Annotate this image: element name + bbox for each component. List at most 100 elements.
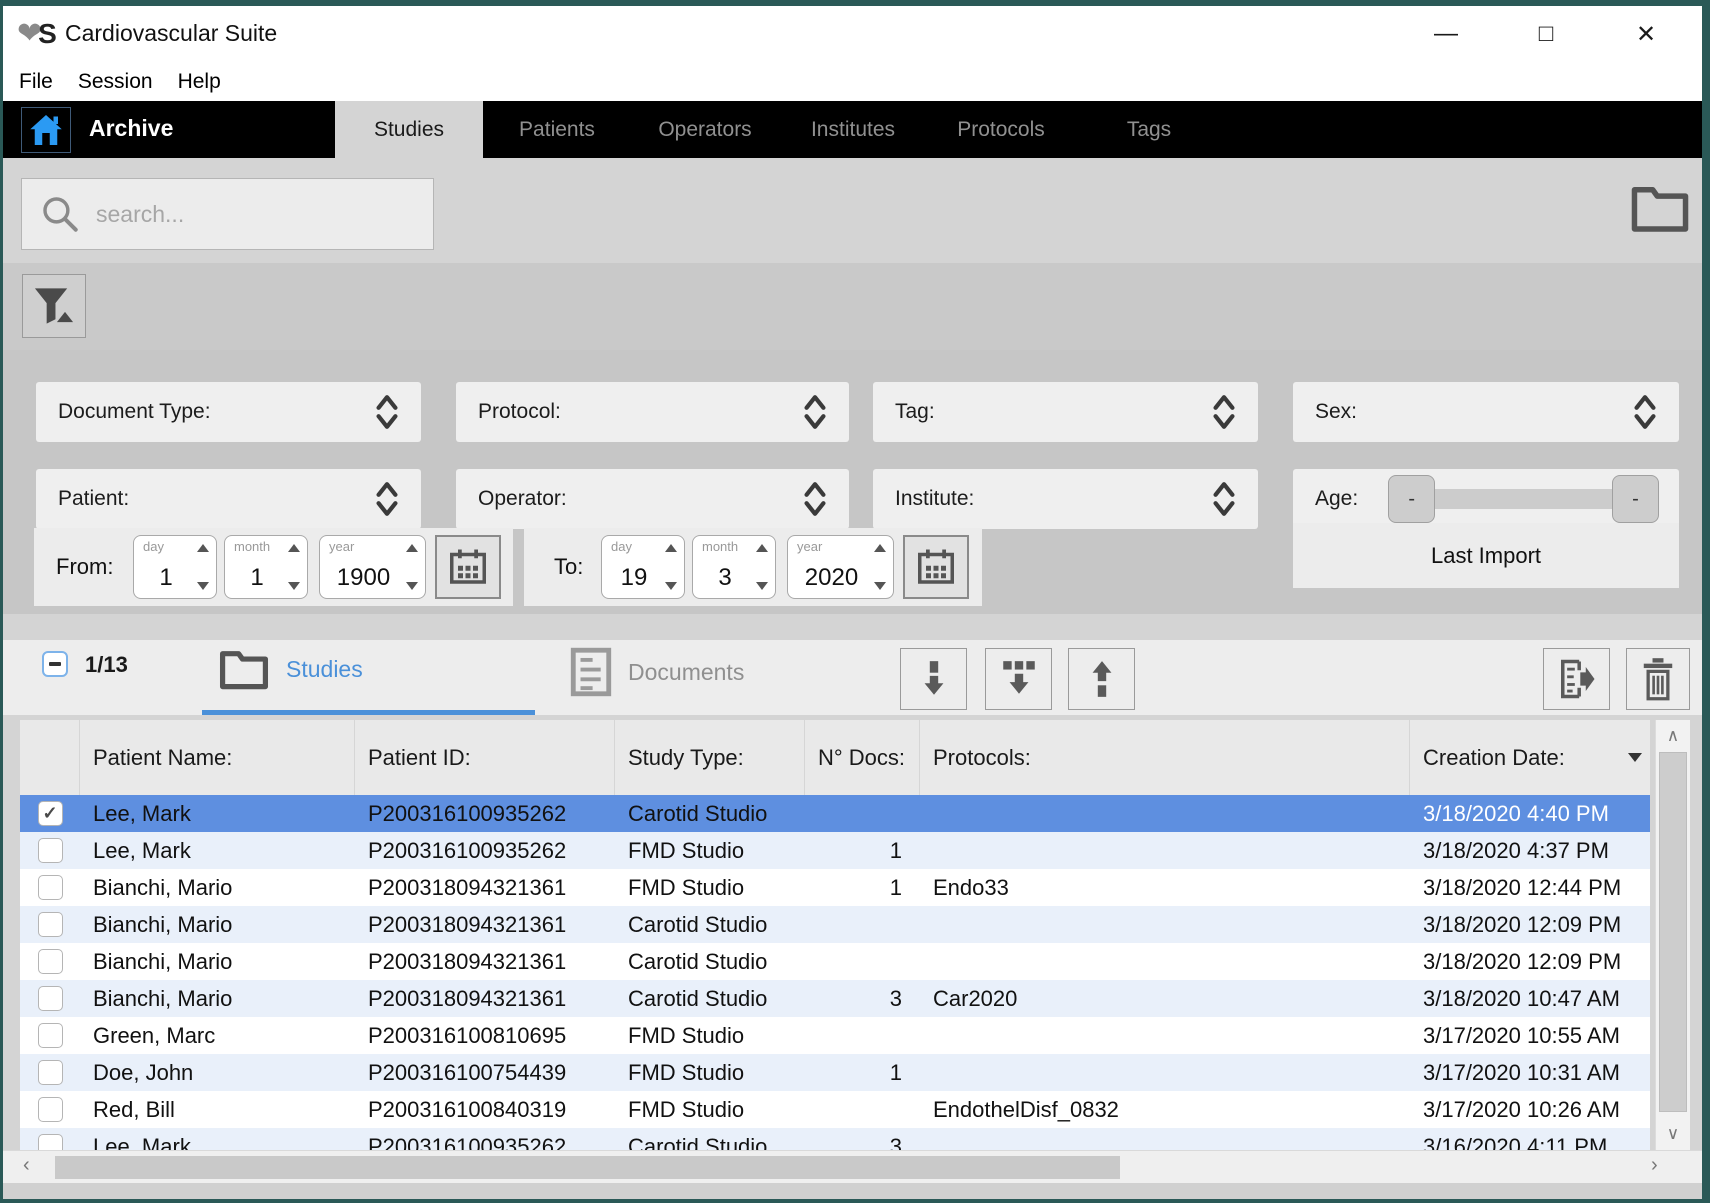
header-study-type[interactable]: Study Type:: [615, 720, 805, 795]
tab-institutes[interactable]: Institutes: [779, 101, 927, 158]
table-row[interactable]: Bianchi, Mario P200318094321361 Carotid …: [20, 980, 1650, 1017]
row-checkbox[interactable]: ✓: [38, 801, 63, 826]
menu-session[interactable]: Session: [78, 70, 153, 94]
search-box[interactable]: [21, 178, 434, 250]
tab-tags[interactable]: Tags: [1075, 101, 1223, 158]
spin-up-icon[interactable]: [665, 544, 677, 552]
cell-creation-date: 3/16/2020 4:11 PM: [1410, 1134, 1650, 1151]
spin-down-icon[interactable]: [756, 582, 768, 590]
minimize-button[interactable]: —: [1425, 14, 1467, 54]
table-row[interactable]: Bianchi, Mario P200318094321361 FMD Stud…: [20, 869, 1650, 906]
header-n-docs[interactable]: N° Docs:: [805, 720, 920, 795]
patient-dropdown[interactable]: Patient:: [36, 469, 421, 529]
table-row[interactable]: Lee, Mark P200316100935262 Carotid Studi…: [20, 1128, 1650, 1150]
cell-n-docs: 3: [805, 1134, 920, 1151]
open-folder-button[interactable]: [1627, 180, 1693, 236]
row-checkbox[interactable]: [38, 1134, 63, 1150]
tab-protocols[interactable]: Protocols: [927, 101, 1075, 158]
header-patient-id[interactable]: Patient ID:: [355, 720, 615, 795]
search-input[interactable]: [96, 201, 416, 228]
select-all-checkbox[interactable]: [42, 651, 68, 677]
from-day-spinner[interactable]: day 1: [133, 535, 217, 599]
vertical-scrollbar-thumb[interactable]: [1659, 752, 1687, 1112]
tag-dropdown[interactable]: Tag:: [873, 382, 1258, 442]
protocol-dropdown[interactable]: Protocol:: [456, 382, 849, 442]
download-all-button[interactable]: [985, 648, 1052, 710]
scroll-up-icon[interactable]: ∧: [1656, 726, 1690, 746]
row-checkbox[interactable]: [38, 875, 63, 900]
tab-studies[interactable]: Studies: [335, 101, 483, 158]
row-checkbox[interactable]: [38, 912, 63, 937]
table-row[interactable]: Red, Bill P200316100840319 FMD Studio En…: [20, 1091, 1650, 1128]
download-multi-icon: [999, 658, 1039, 700]
filter-button[interactable]: [22, 274, 86, 338]
table-row[interactable]: Lee, Mark P200316100935262 FMD Studio 1 …: [20, 832, 1650, 869]
horizontal-scrollbar[interactable]: ‹ ›: [3, 1150, 1702, 1183]
indeterminate-mark: [49, 662, 61, 666]
document-type-dropdown[interactable]: Document Type:: [36, 382, 421, 442]
table-row[interactable]: Bianchi, Mario P200318094321361 Carotid …: [20, 906, 1650, 943]
tab-patients[interactable]: Patients: [483, 101, 631, 158]
download-selected-button[interactable]: [900, 648, 967, 710]
spin-up-icon[interactable]: [756, 544, 768, 552]
from-month-spinner[interactable]: month 1: [224, 535, 308, 599]
scroll-right-icon[interactable]: ›: [1651, 1154, 1658, 1177]
age-max-handle[interactable]: -: [1612, 475, 1659, 523]
delete-button[interactable]: [1626, 648, 1690, 710]
cell-n-docs: 1: [805, 838, 920, 864]
documents-view-tab[interactable]: Documents: [570, 647, 744, 697]
spin-up-icon[interactable]: [288, 544, 300, 552]
spin-down-icon[interactable]: [406, 582, 418, 590]
to-day-spinner[interactable]: day 19: [601, 535, 685, 599]
home-button[interactable]: [21, 107, 71, 153]
menu-help[interactable]: Help: [178, 70, 221, 94]
menu-file[interactable]: File: [19, 70, 53, 94]
maximize-button[interactable]: □: [1525, 14, 1567, 54]
operator-dropdown[interactable]: Operator:: [456, 469, 849, 529]
row-checkbox[interactable]: [38, 1060, 63, 1085]
window-title: Cardiovascular Suite: [65, 20, 277, 47]
horizontal-scrollbar-thumb[interactable]: [55, 1156, 1120, 1179]
scroll-left-icon[interactable]: ‹: [23, 1154, 30, 1177]
table-row[interactable]: Green, Marc P200316100810695 FMD Studio …: [20, 1017, 1650, 1054]
table-row[interactable]: Doe, John P200316100754439 FMD Studio 1 …: [20, 1054, 1650, 1091]
upload-button[interactable]: [1068, 648, 1135, 710]
spin-down-icon[interactable]: [665, 582, 677, 590]
row-checkbox[interactable]: [38, 986, 63, 1011]
to-calendar-button[interactable]: [903, 535, 969, 599]
sex-dropdown[interactable]: Sex:: [1293, 382, 1679, 442]
row-checkbox[interactable]: [38, 949, 63, 974]
nav-tabs: Studies Patients Operators Institutes Pr…: [335, 101, 1223, 158]
to-year-spinner[interactable]: year 2020: [787, 535, 894, 599]
vertical-scrollbar[interactable]: ∧ ∨: [1655, 720, 1690, 1150]
header-patient-name[interactable]: Patient Name:: [80, 720, 355, 795]
studies-view-tab[interactable]: Studies: [218, 647, 363, 691]
spin-down-icon[interactable]: [288, 582, 300, 590]
institute-dropdown[interactable]: Institute:: [873, 469, 1258, 529]
spin-down-icon[interactable]: [874, 582, 886, 590]
spin-down-icon[interactable]: [197, 582, 209, 590]
row-checkbox[interactable]: [38, 838, 63, 863]
table-row[interactable]: ✓ Lee, Mark P200316100935262 Carotid Stu…: [20, 795, 1650, 832]
row-checkbox[interactable]: [38, 1023, 63, 1048]
spin-up-icon[interactable]: [874, 544, 886, 552]
from-year-spinner[interactable]: year 1900: [319, 535, 426, 599]
table-row[interactable]: Bianchi, Mario P200318094321361 Carotid …: [20, 943, 1650, 980]
results-toolbar: 1/13 Studies Documents: [3, 640, 1702, 715]
scroll-down-icon[interactable]: ∨: [1656, 1124, 1690, 1144]
cell-patient-id: P200318094321361: [355, 986, 615, 1012]
from-calendar-button[interactable]: [435, 535, 501, 599]
to-month-spinner[interactable]: month 3: [692, 535, 776, 599]
header-protocols[interactable]: Protocols:: [920, 720, 1410, 795]
last-import-button[interactable]: Last Import: [1293, 523, 1679, 588]
tab-operators[interactable]: Operators: [631, 101, 779, 158]
spin-up-icon[interactable]: [406, 544, 418, 552]
age-min-handle[interactable]: -: [1388, 475, 1435, 523]
close-button[interactable]: ✕: [1625, 14, 1667, 54]
spin-up-icon[interactable]: [197, 544, 209, 552]
export-button[interactable]: [1543, 648, 1610, 710]
trash-icon: [1637, 656, 1679, 702]
header-creation-date[interactable]: Creation Date:: [1410, 720, 1650, 795]
row-checkbox[interactable]: [38, 1097, 63, 1122]
age-range-slider[interactable]: - -: [1384, 469, 1663, 529]
